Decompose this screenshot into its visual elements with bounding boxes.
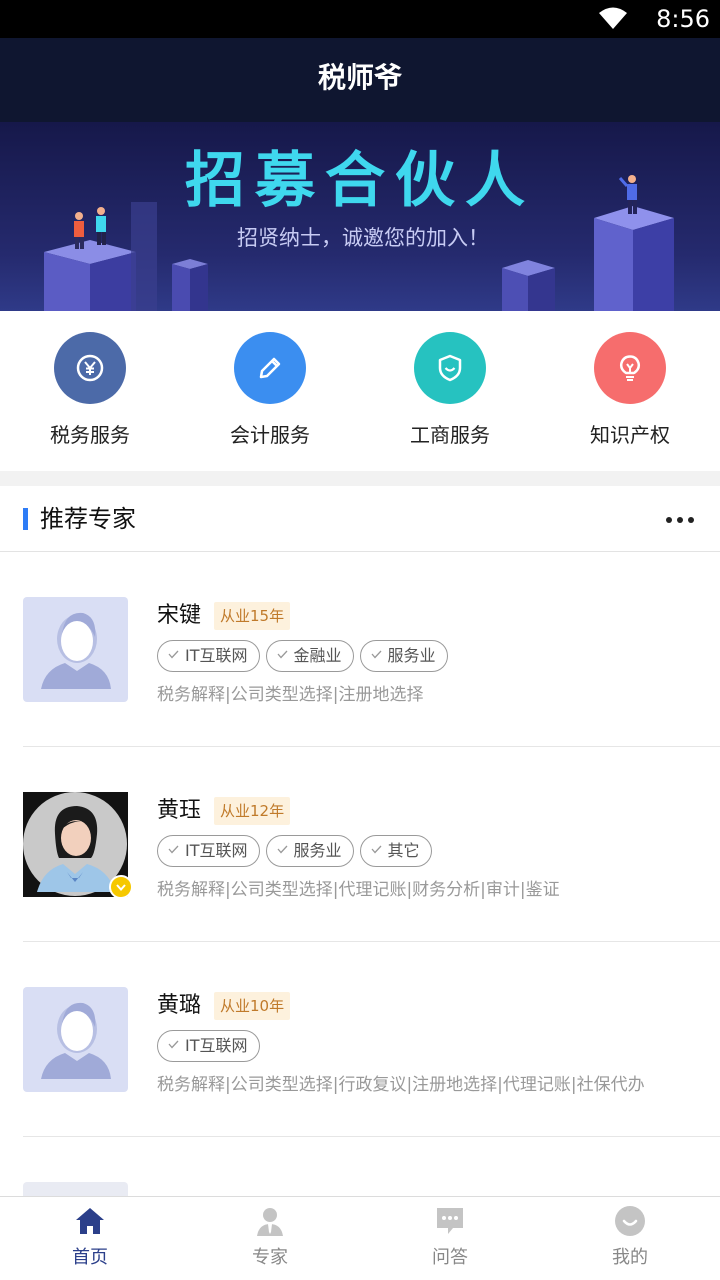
experience-badge: 从业10年 <box>214 992 291 1020</box>
yen-icon <box>76 354 104 382</box>
tab-profile-label: 我的 <box>612 1247 648 1268</box>
section-title: 推荐专家 <box>40 505 136 533</box>
check-icon <box>168 1040 179 1049</box>
expert-card[interactable]: 黄璐 从业10年 IT互联网 税务解释|公司类型选择|行政复议|注册地选择|代理… <box>0 942 720 1137</box>
profile-icon <box>615 1206 645 1236</box>
expert-specialties: 税务解释|公司类型选择|代理记账|财务分析|审计|鉴证 <box>157 880 560 900</box>
home-icon <box>76 1208 104 1234</box>
expert-name: 黄珏 <box>157 798 202 823</box>
experience-badge: 从业12年 <box>214 797 291 825</box>
expert-icon <box>257 1208 283 1236</box>
service-tax[interactable]: 税务服务 <box>0 332 180 462</box>
industry-tags: IT互联网 <box>157 1030 266 1062</box>
expert-card-partial[interactable] <box>0 1137 720 1196</box>
service-business[interactable]: 工商服务 <box>360 332 540 462</box>
industry-tag: IT互联网 <box>157 640 260 672</box>
tab-expert-label: 专家 <box>252 1247 288 1268</box>
section-header: 推荐专家 <box>0 486 720 552</box>
shield-icon <box>438 354 462 382</box>
tab-qa[interactable]: 问答 <box>360 1197 540 1280</box>
expert-name: 宋键 <box>157 603 202 628</box>
wifi-icon <box>599 7 627 29</box>
chat-icon <box>437 1208 463 1234</box>
banner-headline: 招募合伙人 <box>185 146 535 216</box>
expert-card[interactable]: 宋键 从业15年 IT互联网 金融业 服务业 税务解释|公司类型选择|注册地选择 <box>0 552 720 747</box>
industry-tag: IT互联网 <box>157 1030 260 1062</box>
service-accounting-label: 会计服务 <box>230 423 310 447</box>
expert-card[interactable]: 黄珏 从业12年 IT互联网 服务业 其它 税务解释|公司类型选择|代理记账|财务分… <box>0 747 720 942</box>
expert-specialties: 税务解释|公司类型选择|注册地选择 <box>157 685 424 705</box>
service-ip-label: 知识产权 <box>590 423 670 447</box>
experts-section: 推荐专家 宋键 从业15年 IT互联网 金融业 服务业 税务解释|公司类型选择|注册… <box>0 486 720 1196</box>
industry-tags: IT互联网 金融业 服务业 <box>157 640 454 672</box>
experience-badge: 从业15年 <box>214 602 291 630</box>
check-icon <box>277 650 287 659</box>
service-business-label: 工商服务 <box>410 423 490 447</box>
recruit-banner[interactable]: 招募合伙人 招贤纳士，诚邀您的加入！ <box>0 122 720 311</box>
avatar-placeholder <box>23 597 128 702</box>
service-tax-label: 税务服务 <box>50 423 130 447</box>
service-ip[interactable]: 知识产权 <box>540 332 720 462</box>
check-icon <box>168 845 179 854</box>
expert-specialties: 税务解释|公司类型选择|行政复议|注册地选择|代理记账|社保代办 <box>157 1075 645 1095</box>
tab-profile[interactable]: 我的 <box>540 1197 720 1280</box>
industry-tag: IT互联网 <box>157 835 260 867</box>
section-accent-bar <box>23 508 28 530</box>
check-icon <box>371 845 381 854</box>
service-grid: 税务服务 会计服务 工商服务 知识产权 <box>0 311 720 471</box>
check-icon <box>168 650 179 659</box>
service-accounting[interactable]: 会计服务 <box>180 332 360 462</box>
default-avatar-icon <box>41 612 111 689</box>
banner-subline: 招贤纳士，诚邀您的加入！ <box>237 226 489 250</box>
pencil-icon <box>259 357 281 379</box>
avatar-placeholder <box>23 1182 128 1196</box>
industry-tags: IT互联网 服务业 其它 <box>157 835 438 867</box>
check-icon <box>371 650 381 659</box>
tab-qa-label: 问答 <box>432 1247 468 1268</box>
expert-name: 黄璐 <box>157 993 202 1018</box>
status-bar: 8:56 <box>0 0 720 38</box>
industry-tag: 服务业 <box>359 640 448 672</box>
clock: 8:56 <box>656 5 710 33</box>
tab-home-label: 首页 <box>72 1247 108 1268</box>
service-ip-circle <box>594 332 666 404</box>
verified-badge-icon <box>109 875 133 899</box>
app-title: 税师爷 <box>317 61 402 94</box>
service-tax-circle <box>54 332 126 404</box>
more-icon[interactable] <box>662 506 702 532</box>
tab-expert[interactable]: 专家 <box>180 1197 360 1280</box>
industry-tag: 其它 <box>359 835 432 867</box>
industry-tag: 金融业 <box>265 640 354 672</box>
avatar-placeholder <box>23 987 128 1092</box>
check-icon <box>277 845 287 854</box>
tab-home[interactable]: 首页 <box>0 1197 180 1280</box>
service-accounting-circle <box>234 332 306 404</box>
default-avatar-icon <box>41 1002 111 1079</box>
industry-tag: 服务业 <box>265 835 354 867</box>
app-header: 税师爷 <box>0 38 720 122</box>
lightbulb-icon <box>619 355 641 381</box>
bottom-tab-bar: 首页 专家 问答 我的 <box>0 1196 720 1280</box>
service-business-circle <box>414 332 486 404</box>
